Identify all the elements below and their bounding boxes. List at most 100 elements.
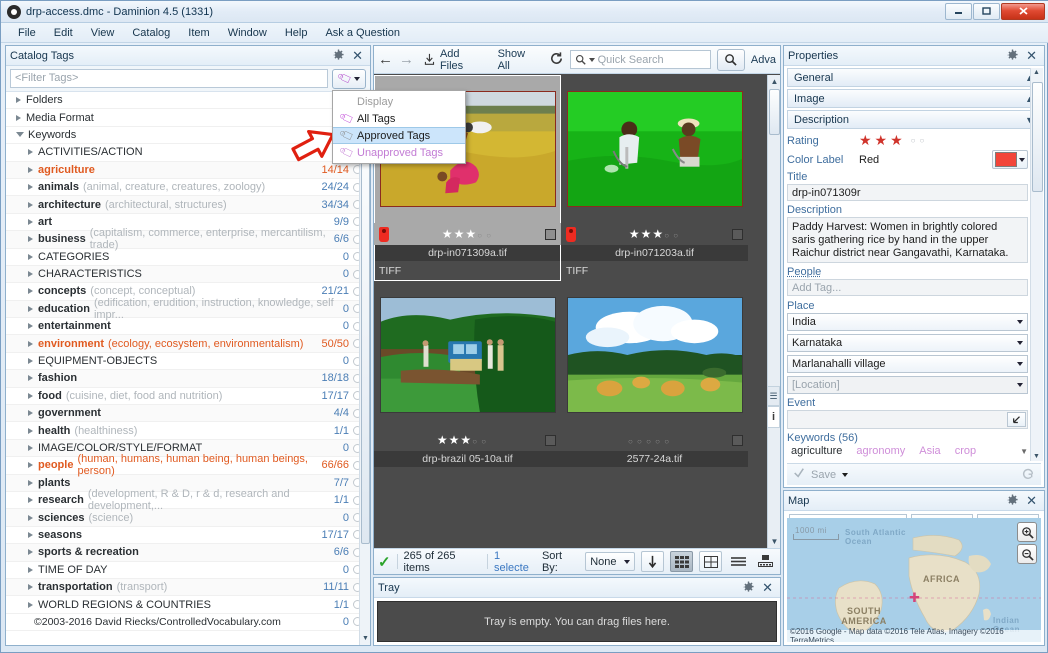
thumbnail-cell[interactable]: ○ ○ ○ ○ ○ 2577-24a.tif xyxy=(561,281,748,467)
keyword-chip[interactable]: agronomy xyxy=(856,445,905,457)
section-description[interactable]: Description ▼ xyxy=(787,110,1041,129)
back-arrow-icon[interactable]: ← xyxy=(378,54,393,66)
place-location-select[interactable]: [Location] xyxy=(787,376,1028,394)
tag-row[interactable]: TIME OF DAY0 xyxy=(6,562,370,579)
tag-row[interactable]: education(edification, erudition, instru… xyxy=(6,301,370,318)
color-label-select[interactable] xyxy=(992,150,1028,169)
forward-arrow-icon[interactable]: → xyxy=(399,54,414,66)
tag-row[interactable]: seasons17/17 xyxy=(6,527,370,544)
rating-stars[interactable]: ★★★ xyxy=(859,132,906,149)
section-image[interactable]: Image ▲ xyxy=(787,89,1041,108)
gear-icon[interactable] xyxy=(1006,49,1019,62)
rating-stars[interactable]: ★★★○ ○ xyxy=(576,227,732,241)
scroll-up-arrow-icon[interactable]: ▲ xyxy=(770,77,779,86)
tag-row[interactable]: CHARACTERISTICS0 xyxy=(6,266,370,283)
select-checkbox[interactable] xyxy=(732,229,743,240)
tag-row[interactable]: business(capitalism, commerce, enterpris… xyxy=(6,231,370,248)
title-field[interactable]: drp-in071309r xyxy=(787,184,1028,201)
tray-dropzone[interactable]: Tray is empty. You can drag files here. xyxy=(377,601,777,642)
menu-item[interactable]: Item xyxy=(179,25,218,41)
quick-search-input[interactable]: Quick Search xyxy=(570,50,711,69)
tag-display-dropdown-button[interactable]: 🏷 xyxy=(332,69,366,89)
save-button-label[interactable]: Save xyxy=(811,469,836,481)
close-icon[interactable]: ✕ xyxy=(762,583,773,593)
keyword-chip[interactable]: agriculture xyxy=(791,445,842,457)
close-button[interactable] xyxy=(1001,3,1045,20)
tag-row[interactable]: transportation(transport)11/11 xyxy=(6,579,370,596)
map-canvas[interactable]: AFRICA SOUTHAMERICA South AtlanticOcean … xyxy=(787,518,1041,642)
gear-icon[interactable] xyxy=(332,49,345,62)
menu-ask-a-question[interactable]: Ask a Question xyxy=(316,25,409,41)
maximize-button[interactable] xyxy=(973,3,1000,20)
tag-row[interactable]: research(development, R & D, r & d, rese… xyxy=(6,492,370,509)
menu-catalog[interactable]: Catalog xyxy=(123,25,179,41)
event-field[interactable] xyxy=(787,410,1028,429)
sort-by-select[interactable]: None xyxy=(585,552,635,571)
rating-stars-empty[interactable]: ○○ xyxy=(911,136,929,145)
keyword-list[interactable]: agriculture agronomy Asia crop ▼ xyxy=(787,445,1028,457)
view-list-button[interactable] xyxy=(728,552,749,572)
place-city-select[interactable]: Marlanahalli village xyxy=(787,355,1028,373)
description-field[interactable]: Paddy Harvest: Women in brightly colored… xyxy=(787,217,1028,263)
advanced-search-label[interactable]: Adva xyxy=(751,54,776,66)
section-general[interactable]: General ▲ xyxy=(787,68,1041,87)
scroll-down-arrow-icon[interactable]: ▼ xyxy=(770,537,779,546)
tag-list-scrollbar[interactable]: ▼ xyxy=(359,112,370,645)
show-all-button[interactable]: Show All xyxy=(495,46,543,74)
thumbnail-cell[interactable]: ★★★○ ○ drp-in071203a.tif TIFF xyxy=(561,75,748,281)
select-checkbox[interactable] xyxy=(545,435,556,446)
tag-display-dropdown-menu[interactable]: Display 🏷 All Tags 🏷 Approved Tags 🏷 Una… xyxy=(332,90,466,164)
properties-scrollbar[interactable]: ▲ ▼ xyxy=(1030,68,1043,461)
add-files-button[interactable]: Add Files xyxy=(420,46,489,74)
zoom-in-button[interactable] xyxy=(1017,522,1037,542)
menu-help[interactable]: Help xyxy=(276,25,317,41)
tag-row[interactable]: environment(ecology, ecosystem, environm… xyxy=(6,335,370,352)
rating-stars[interactable]: ○ ○ ○ ○ ○ xyxy=(566,433,732,447)
gear-icon[interactable] xyxy=(1006,494,1019,507)
tag-row[interactable]: people(human, humans, human being, human… xyxy=(6,457,370,474)
tag-row[interactable]: food(cuisine, diet, food and nutrition)1… xyxy=(6,388,370,405)
select-checkbox[interactable] xyxy=(732,435,743,446)
gear-icon[interactable] xyxy=(742,581,755,594)
search-go-button[interactable] xyxy=(717,49,745,71)
chevron-down-icon[interactable]: ▼ xyxy=(1020,447,1028,456)
scroll-up-arrow-icon[interactable]: ▲ xyxy=(1033,69,1040,76)
color-label-flag-icon[interactable] xyxy=(566,227,576,242)
side-tab-strip[interactable]: ☰ i xyxy=(767,386,780,496)
rating-stars[interactable]: ★★★○ ○ xyxy=(379,433,545,447)
zoom-out-button[interactable] xyxy=(1017,544,1037,564)
view-thumbnails-button[interactable] xyxy=(699,551,722,572)
dropdown-item-all-tags[interactable]: 🏷 All Tags xyxy=(333,110,465,127)
view-grid-button[interactable] xyxy=(670,551,693,572)
tag-row[interactable]: WORLD REGIONS & COUNTRIES1/1 xyxy=(6,596,370,613)
tag-node-folders[interactable]: Folders xyxy=(6,92,370,109)
keyword-chip[interactable]: Asia xyxy=(919,445,940,457)
scrollbar-thumb[interactable] xyxy=(1032,82,1043,192)
side-tab-menu-icon[interactable]: ☰ xyxy=(767,386,780,406)
place-state-select[interactable]: Karnataka xyxy=(787,334,1028,352)
filter-tags-input[interactable]: <Filter Tags> xyxy=(10,69,328,88)
select-checkbox[interactable] xyxy=(545,229,556,240)
close-icon[interactable]: ✕ xyxy=(1026,496,1037,506)
refresh-icon[interactable] xyxy=(549,51,564,69)
place-country-select[interactable]: India xyxy=(787,313,1028,331)
undo-icon[interactable] xyxy=(1021,466,1035,483)
dropdown-item-unapproved-tags[interactable]: 🏷 Unapproved Tags xyxy=(333,144,465,161)
tag-row[interactable]: sports & recreation6/6 xyxy=(6,544,370,561)
menu-file[interactable]: File xyxy=(9,25,45,41)
scrollbar-thumb[interactable] xyxy=(769,89,780,135)
close-icon[interactable]: ✕ xyxy=(1026,51,1037,61)
rating-stars[interactable]: ★★★○ ○ xyxy=(389,227,545,241)
chevron-down-icon[interactable] xyxy=(842,473,848,477)
people-field[interactable]: Add Tag... xyxy=(787,279,1028,296)
menu-view[interactable]: View xyxy=(82,25,124,41)
chevron-down-icon[interactable] xyxy=(589,58,595,62)
scroll-down-arrow-icon[interactable]: ▼ xyxy=(1033,453,1040,460)
tag-row[interactable]: animals(animal, creature, creatures, zoo… xyxy=(6,179,370,196)
tag-row[interactable]: health(healthiness)1/1 xyxy=(6,422,370,439)
view-filmstrip-button[interactable] xyxy=(755,552,776,572)
checkmark-icon[interactable]: ✓ xyxy=(378,553,391,571)
sort-direction-button[interactable] xyxy=(641,551,664,572)
close-icon[interactable]: ✕ xyxy=(352,51,363,61)
tag-row[interactable]: EQUIPMENT-OBJECTS0 xyxy=(6,353,370,370)
